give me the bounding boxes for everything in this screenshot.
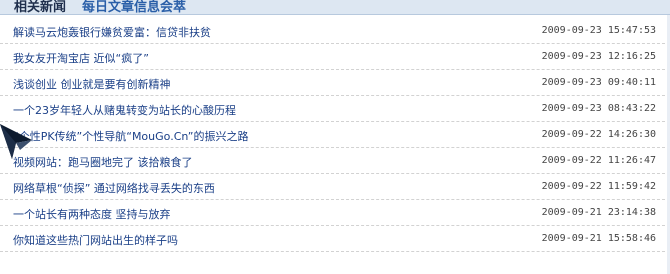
list-item: 解读马云炮轰银行嫌贫爱富：信贷非扶贫 2009-09-23 15:47:53 (0, 18, 670, 44)
news-link[interactable]: 解读马云炮轰银行嫌贫爱富：信贷非扶贫 (13, 24, 211, 40)
news-link[interactable]: 网络草根“侦探” 通过网络找寻丢失的东西 (13, 180, 215, 196)
list-item: “个性PK传统”个性导航“MouGo.Cn”的振兴之路 2009-09-22 1… (0, 122, 670, 148)
news-list: 解读马云炮轰银行嫌贫爱富：信贷非扶贫 2009-09-23 15:47:53 我… (0, 18, 670, 252)
news-timestamp: 2009-09-23 08:43:22 (541, 103, 656, 114)
news-link[interactable]: 视频网站：跑马圈地完了 该拾粮食了 (13, 154, 193, 170)
news-link[interactable]: 我女友开淘宝店 近似“疯了” (13, 50, 149, 66)
news-link[interactable]: 一个站长有两种态度 坚持与放弃 (13, 206, 171, 222)
list-item: 视频网站：跑马圈地完了 该拾粮食了 2009-09-22 11:26:47 (0, 148, 670, 174)
news-timestamp: 2009-09-23 12:16:25 (541, 51, 656, 62)
list-item: 一个23岁年轻人从赌鬼转变为站长的心酸历程 2009-09-23 08:43:2… (0, 96, 670, 122)
news-timestamp: 2009-09-22 11:26:47 (541, 155, 656, 166)
news-timestamp: 2009-09-23 09:40:11 (541, 77, 656, 88)
list-item: 浅谈创业 创业就是要有创新精神 2009-09-23 09:40:11 (0, 70, 670, 96)
news-timestamp: 2009-09-22 11:59:42 (541, 181, 656, 192)
arrow-pointer-icon (0, 124, 32, 159)
section-title: 相关新闻 (14, 0, 67, 15)
news-timestamp: 2009-09-22 14:26:30 (541, 129, 656, 140)
section-subtitle[interactable]: 每日文章信息会萃 (82, 0, 186, 14)
news-link[interactable]: 一个23岁年轻人从赌鬼转变为站长的心酸历程 (13, 102, 236, 118)
news-link[interactable]: “个性PK传统”个性导航“MouGo.Cn”的振兴之路 (13, 128, 248, 144)
list-item: 一个站长有两种态度 坚持与放弃 2009-09-21 23:14:38 (0, 200, 670, 226)
news-timestamp: 2009-09-23 15:47:53 (541, 25, 656, 36)
list-item: 你知道这些热门网站出生的样子吗 2009-09-21 15:58:46 (0, 226, 670, 252)
news-timestamp: 2009-09-21 23:14:38 (541, 207, 656, 218)
news-link[interactable]: 你知道这些热门网站出生的样子吗 (13, 232, 178, 248)
section-header: 相关新闻 每日文章信息会萃 (0, 0, 670, 15)
list-item: 网络草根“侦探” 通过网络找寻丢失的东西 2009-09-22 11:59:42 (0, 174, 670, 200)
list-item: 我女友开淘宝店 近似“疯了” 2009-09-23 12:16:25 (0, 44, 670, 70)
news-timestamp: 2009-09-21 15:58:46 (541, 233, 656, 244)
news-link[interactable]: 浅谈创业 创业就是要有创新精神 (13, 76, 171, 92)
